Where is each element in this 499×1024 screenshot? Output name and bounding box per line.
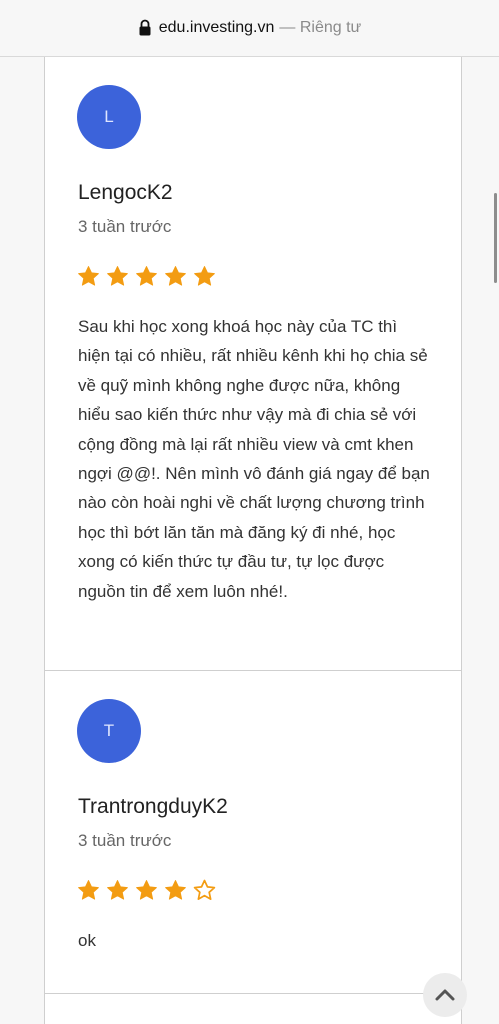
star-filled-icon xyxy=(107,266,128,286)
review-card: L LengocK2 3 tuần trước Sau khi học xong… xyxy=(45,57,461,671)
star-filled-icon xyxy=(136,266,157,286)
star-filled-icon xyxy=(165,266,186,286)
review-card: T TrantrongduyK2 3 tuần trước ok xyxy=(45,671,461,994)
page-scrollbar[interactable] xyxy=(494,193,497,283)
star-filled-icon xyxy=(194,266,215,286)
avatar: L xyxy=(77,85,141,149)
review-time: 3 tuần trước xyxy=(78,217,172,236)
review-time: 3 tuần trước xyxy=(78,831,172,850)
lock-icon xyxy=(139,19,151,36)
reviewer-name: LengocK2 xyxy=(78,181,173,204)
scroll-to-top-button[interactable] xyxy=(423,973,467,1017)
star-empty-icon xyxy=(193,879,216,900)
url-domain: edu.investing.vn xyxy=(158,19,275,36)
url-private-label: — Riêng tư xyxy=(279,19,362,36)
star-rating xyxy=(77,879,216,902)
star-filled-icon xyxy=(136,880,157,900)
review-text: Sau khi học xong khoá học này của TC thì… xyxy=(78,317,430,601)
star-filled-icon xyxy=(107,880,128,900)
star-filled-icon xyxy=(165,880,186,900)
star-filled-icon xyxy=(78,880,99,900)
browser-url-bar[interactable]: edu.investing.vn — Riêng tư xyxy=(0,0,499,57)
avatar: T xyxy=(77,699,141,763)
star-filled-icon xyxy=(78,266,99,286)
reviews-list: L LengocK2 3 tuần trước Sau khi học xong… xyxy=(44,57,462,1024)
chevron-up-icon xyxy=(435,989,455,1001)
review-text: ok xyxy=(78,931,96,950)
reviewer-name: TrantrongduyK2 xyxy=(78,795,228,818)
star-rating xyxy=(77,265,216,288)
